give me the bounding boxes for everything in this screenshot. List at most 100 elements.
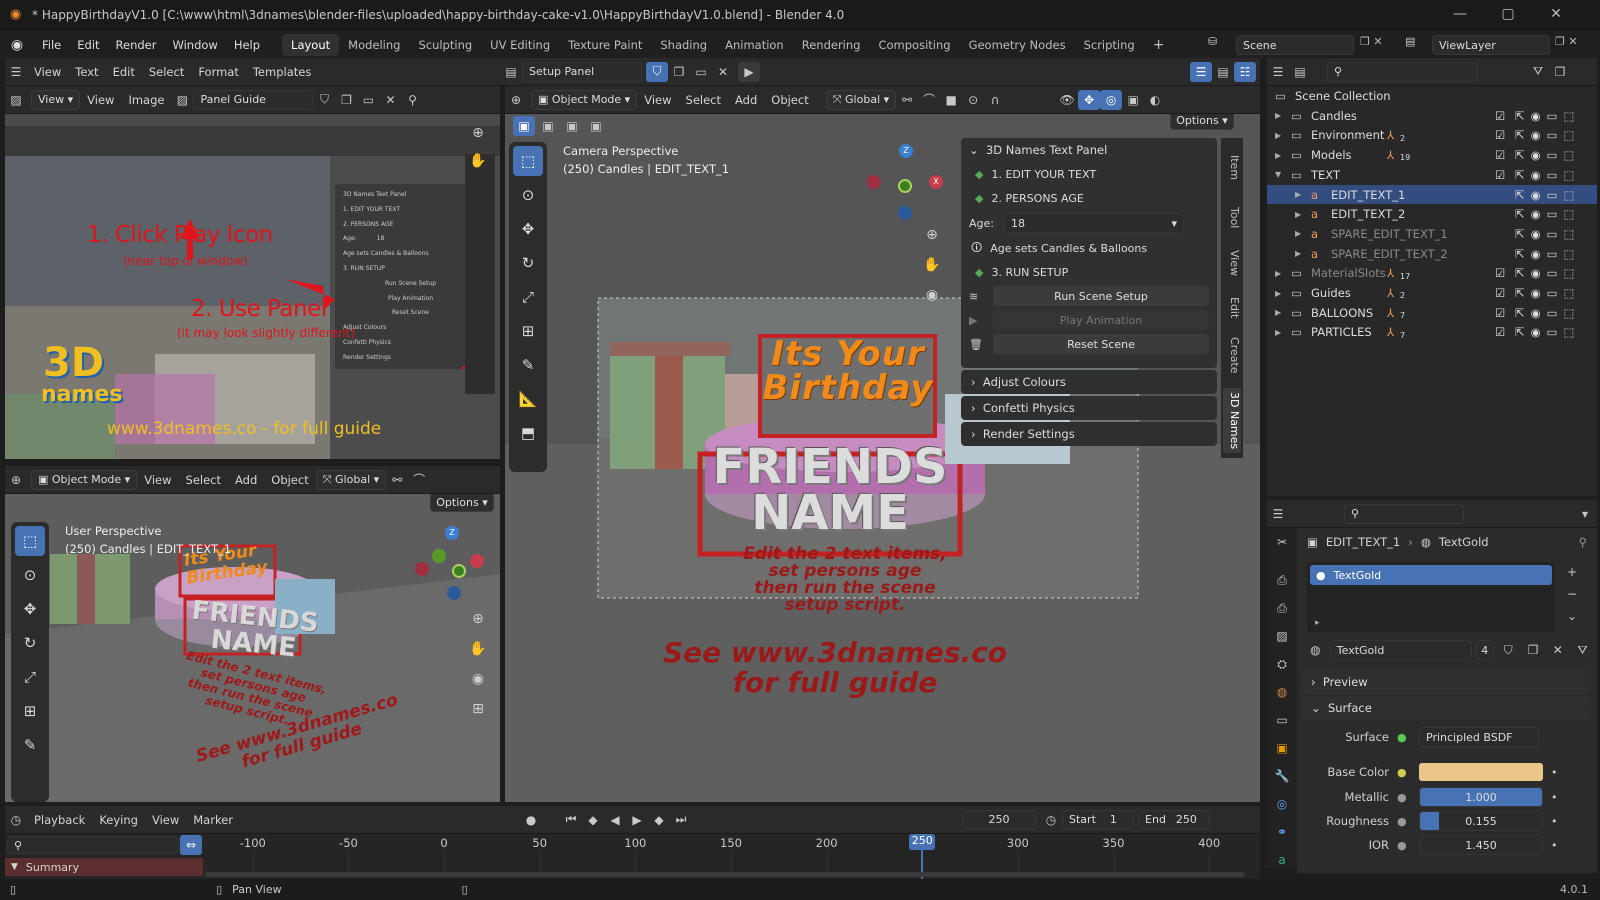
- gizmo-z-axis[interactable]: Z: [899, 144, 913, 158]
- measure-tool-icon[interactable]: 📐: [513, 384, 543, 414]
- tab-modeling[interactable]: Modeling: [339, 34, 409, 56]
- word-wrap-icon[interactable]: ▤: [1212, 62, 1234, 82]
- expand-arrow-icon[interactable]: ▶: [1275, 151, 1281, 160]
- outliner-row[interactable]: ▶ ▭ Models ⅄ 19 ☑ ⇱◉▭⬚: [1267, 145, 1597, 165]
- text-menu-format[interactable]: Format: [191, 65, 246, 79]
- small-gizmo-neg-z[interactable]: [447, 586, 461, 600]
- small-move-tool-icon[interactable]: ✥: [15, 594, 45, 624]
- timeline-search-input[interactable]: ⚲: [7, 836, 179, 854]
- fake-user-icon[interactable]: ⛉: [646, 61, 668, 82]
- expand-arrow-icon[interactable]: ▶: [1275, 111, 1281, 120]
- display-mode-icon[interactable]: ▤: [1289, 62, 1311, 82]
- annotate-tool-icon[interactable]: ✎: [513, 350, 543, 380]
- expand-arrow-icon[interactable]: ▶: [1275, 131, 1281, 140]
- preview-section[interactable]: › Preview: [1301, 670, 1591, 694]
- main-mode-dropdown[interactable]: ▣ Object Mode ▾: [531, 89, 638, 110]
- image-view-dropdown[interactable]: View ▾: [31, 89, 81, 110]
- tab-animation[interactable]: Animation: [716, 34, 793, 56]
- image-open-icon[interactable]: ▭: [357, 90, 379, 110]
- visibility-toggles[interactable]: ⇱◉▭⬚: [1515, 325, 1580, 339]
- outliner-row[interactable]: ▶ a SPARE_EDIT_TEXT_1 ⇱◉▭⬚: [1267, 224, 1597, 244]
- base-color-swatch[interactable]: [1419, 763, 1543, 781]
- unlink-material-icon[interactable]: ✕: [1547, 640, 1568, 660]
- duplicate-material-icon[interactable]: ❐: [1523, 640, 1544, 660]
- main-zoom-icon[interactable]: ⊕: [919, 222, 945, 248]
- summary-row[interactable]: ▼ Summary: [5, 858, 203, 876]
- main-snap-icon[interactable]: ⌒: [918, 90, 940, 110]
- rotate-tool-icon[interactable]: ↻: [513, 248, 543, 278]
- include-checkbox[interactable]: ☑: [1495, 286, 1505, 300]
- expand-arrow-icon[interactable]: ▶: [1275, 308, 1281, 317]
- add-workspace-icon[interactable]: +: [1144, 33, 1174, 57]
- record-icon[interactable]: ●: [520, 810, 542, 830]
- visibility-toggles[interactable]: ⇱◉▭⬚: [1515, 286, 1580, 300]
- outliner-row[interactable]: ▶ ▭ Guides ⅄ 2 ☑ ⇱◉▭⬚: [1267, 283, 1597, 303]
- tab-shading[interactable]: Shading: [651, 34, 716, 56]
- playhead[interactable]: 250: [909, 834, 936, 850]
- start-frame-field[interactable]: Start 1: [1062, 809, 1135, 830]
- names-panel-header[interactable]: ⌄ 3D Names Text Panel: [961, 138, 1217, 162]
- tab-tool[interactable]: Tool: [1223, 198, 1241, 238]
- material-users-count[interactable]: 4: [1476, 640, 1494, 660]
- text-datablock-icon[interactable]: ▤: [500, 62, 522, 82]
- menu-file[interactable]: File: [34, 38, 69, 52]
- jump-start-icon[interactable]: ⏮: [560, 810, 582, 830]
- play-animation-button[interactable]: Play Animation: [993, 310, 1209, 330]
- menu-edit[interactable]: Edit: [69, 38, 107, 52]
- close-icon[interactable]: ✕: [1546, 6, 1566, 24]
- timeline-scrollbar[interactable]: [205, 872, 1245, 877]
- menu-keying[interactable]: Keying: [92, 813, 145, 827]
- expand-arrow-icon[interactable]: ▶: [1275, 269, 1281, 278]
- filter-icon[interactable]: ⛛: [1527, 62, 1549, 82]
- scene-icon[interactable]: ⛁: [1208, 35, 1217, 48]
- browse-material-icon[interactable]: ◍: [1305, 640, 1326, 660]
- new-view-layer-icon[interactable]: ❐ ✕: [1555, 35, 1578, 48]
- small-transform-tool-icon[interactable]: ⊞: [15, 696, 45, 726]
- image-browse-icon[interactable]: ▨: [171, 90, 193, 110]
- visibility-toggles[interactable]: ⇱◉▭⬚: [1515, 306, 1580, 320]
- material-name-field[interactable]: TextGold: [1329, 640, 1473, 660]
- physics-props-icon[interactable]: ◎: [1271, 794, 1293, 814]
- expand-icon[interactable]: ▸: [1315, 618, 1320, 628]
- main-menu-view[interactable]: View: [637, 93, 678, 107]
- text-menu-edit[interactable]: Edit: [106, 65, 142, 79]
- remove-slot-icon[interactable]: −: [1561, 584, 1583, 604]
- select-new-icon[interactable]: ▣: [513, 116, 535, 136]
- unlink-text-icon[interactable]: ✕: [712, 62, 734, 82]
- view-layer-selector[interactable]: ViewLayer: [1432, 35, 1550, 55]
- scale-tool-icon[interactable]: ⤢: [513, 282, 543, 312]
- view-layer-icon[interactable]: ▤: [1405, 35, 1415, 48]
- reset-scene-button[interactable]: Reset Scene: [993, 334, 1209, 354]
- minimize-icon[interactable]: —: [1450, 6, 1470, 24]
- main-proportional-icon[interactable]: ⊙: [962, 90, 984, 110]
- keyframe-dot-icon[interactable]: •: [1551, 766, 1558, 779]
- tab-geometry-nodes[interactable]: Geometry Nodes: [960, 34, 1075, 56]
- only-selected-icon[interactable]: ⇔: [180, 835, 202, 855]
- scene-collection-row[interactable]: ▭ Scene Collection: [1267, 86, 1597, 106]
- select-tool-icon[interactable]: ⬚: [513, 146, 543, 176]
- tool-props-icon[interactable]: ✂: [1271, 532, 1293, 552]
- render-settings-section[interactable]: › Render Settings: [961, 422, 1217, 446]
- small-annotate-tool-icon[interactable]: ✎: [15, 730, 45, 760]
- outliner-row[interactable]: ▶ ▭ Environment ⅄ 2 ☑ ⇱◉▭⬚: [1267, 126, 1597, 146]
- new-scene-icon[interactable]: ❐ ✕: [1360, 35, 1383, 48]
- tab-edit[interactable]: Edit: [1223, 288, 1241, 328]
- outliner-row[interactable]: ▶ ▭ BALLOONS ⅄ 7 ☑ ⇱◉▭⬚: [1267, 303, 1597, 323]
- outliner-type-icon[interactable]: ☰: [1267, 62, 1289, 82]
- maximize-icon[interactable]: ▢: [1498, 6, 1518, 24]
- select-extend-icon[interactable]: ▣: [537, 116, 559, 136]
- add-cube-tool-icon[interactable]: ⬒: [513, 418, 543, 448]
- timeline-ruler[interactable]: -100-50050100150200250300350400250: [205, 834, 1257, 879]
- constraint-props-icon[interactable]: ⚭: [1271, 822, 1293, 842]
- current-frame-field[interactable]: 250: [962, 809, 1037, 830]
- image-new-icon[interactable]: ❐: [335, 90, 357, 110]
- small-editor-type-icon[interactable]: ⊕: [5, 470, 27, 490]
- image-menu-image[interactable]: Image: [121, 93, 171, 107]
- expand-arrow-icon[interactable]: ▶: [1295, 210, 1301, 219]
- small-menu-select[interactable]: Select: [179, 473, 228, 487]
- prev-keyframe-icon[interactable]: ◆: [582, 810, 604, 830]
- small-pivot-icon[interactable]: ⚯: [386, 470, 408, 490]
- syntax-highlight-icon[interactable]: ☷: [1234, 61, 1256, 82]
- text-datablock-field[interactable]: Setup Panel: [522, 61, 642, 82]
- outliner-search-input[interactable]: ⚲: [1327, 61, 1477, 82]
